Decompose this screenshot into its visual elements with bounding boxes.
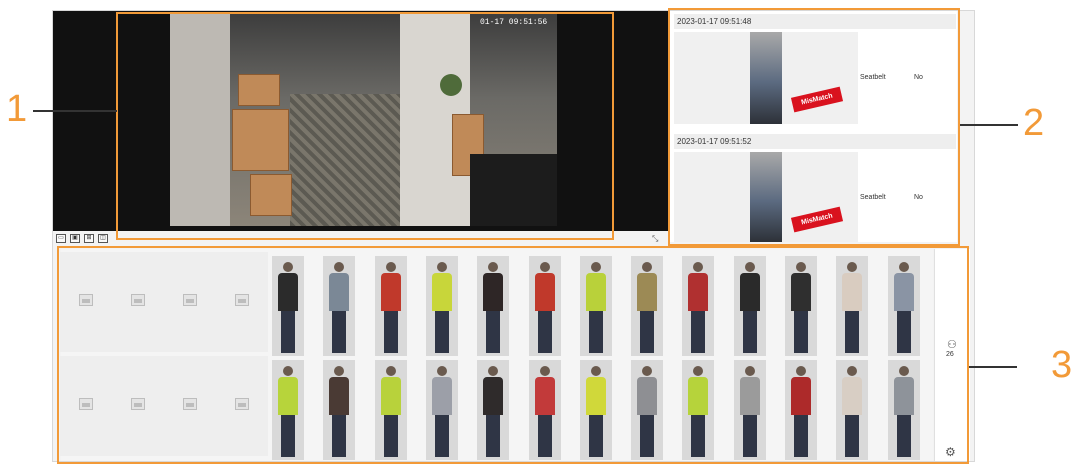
expand-icon[interactable]: ⤡ (652, 234, 658, 244)
zoom-icon[interactable]: ⊞ (84, 234, 94, 243)
callout-number-1: 1 (6, 88, 28, 130)
callout-box-2 (668, 8, 960, 246)
callout-line-1 (33, 110, 117, 112)
callout-box-3 (57, 246, 969, 464)
snapshot-icon[interactable]: ◫ (98, 234, 108, 243)
callout-number-2: 2 (1023, 102, 1045, 144)
fullscreen-icon[interactable]: ▣ (70, 234, 80, 243)
callout-number-3: 3 (1051, 344, 1073, 386)
video-toolbar: ▭ ▣ ⊞ ◫ (56, 234, 108, 246)
callout-line-2 (960, 124, 1018, 126)
split-view-icon[interactable]: ▭ (56, 234, 66, 243)
callout-box-1 (116, 12, 614, 240)
callout-line-3 (969, 366, 1017, 368)
